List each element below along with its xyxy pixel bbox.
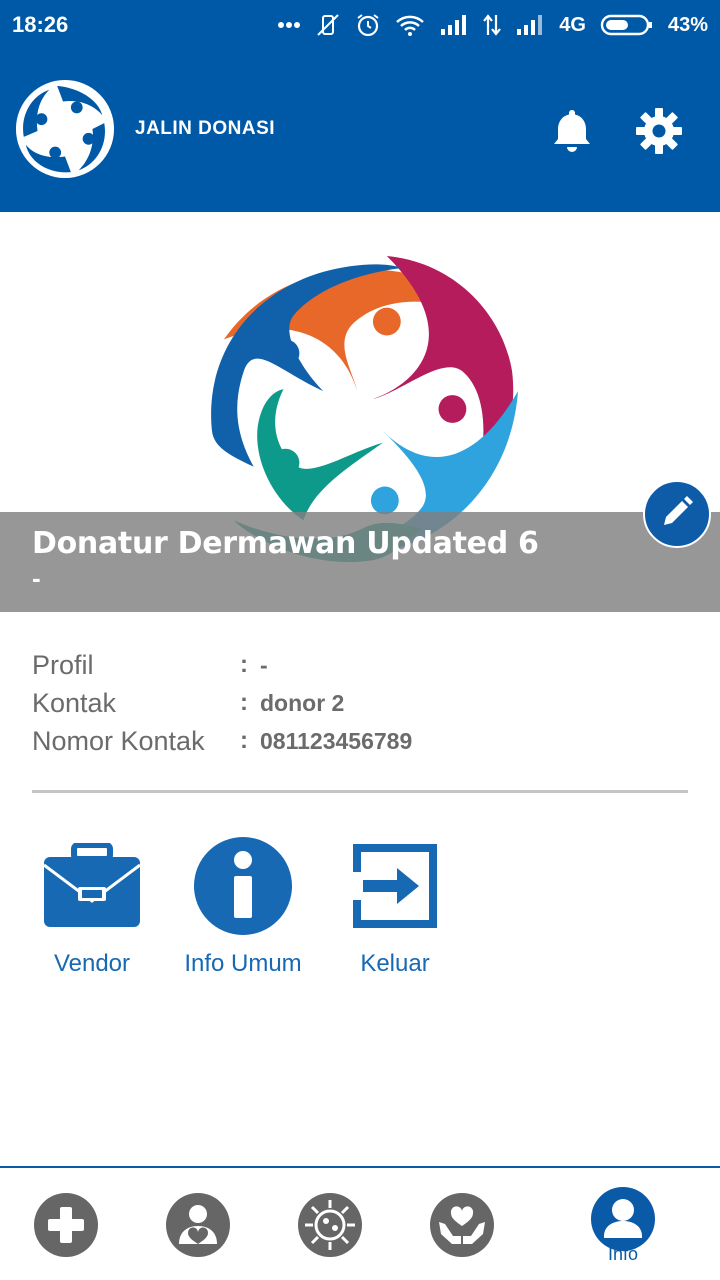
alarm-icon xyxy=(355,12,381,38)
menu-label: Info Umum xyxy=(184,950,302,977)
more-dots-icon xyxy=(277,21,301,29)
edit-profile-button[interactable] xyxy=(643,480,711,548)
profile-name: Donatur Dermawan Updated 6 xyxy=(32,526,539,561)
status-time: 18:26 xyxy=(12,12,69,37)
profile-row-kontak: Kontak : donor 2 xyxy=(32,684,692,722)
field-colon: : xyxy=(240,727,248,754)
field-colon: : xyxy=(240,651,248,678)
field-value: donor 2 xyxy=(260,689,345,716)
briefcase-icon xyxy=(42,836,142,936)
network-type: 4G xyxy=(559,13,586,36)
field-colon: : xyxy=(240,689,248,716)
info-icon xyxy=(193,836,293,936)
profile-info: Profil : - Kontak : donor 2 Nomor Kontak… xyxy=(32,646,692,760)
hands-heart-icon[interactable] xyxy=(429,1192,495,1258)
menu-keluar[interactable]: Keluar xyxy=(320,836,470,978)
plus-icon[interactable] xyxy=(33,1192,99,1258)
vibrate-off-icon xyxy=(315,12,341,38)
status-icons: 4G 43% xyxy=(277,12,708,38)
bottom-nav: Info xyxy=(0,1166,720,1280)
profile-name-band: Donatur Dermawan Updated 6 - xyxy=(0,512,720,612)
menu-info-umum[interactable]: Info Umum xyxy=(168,836,318,978)
app-title: JALIN DONASI xyxy=(135,118,276,139)
menu-label: Keluar xyxy=(360,950,430,977)
field-label: Nomor Kontak xyxy=(32,725,205,756)
field-value: - xyxy=(260,651,268,678)
signal-icon-2 xyxy=(515,14,545,36)
profile-row-profil: Profil : - xyxy=(32,646,692,684)
battery-percent: 43% xyxy=(667,13,708,36)
menu-vendor[interactable]: Vendor xyxy=(17,836,167,978)
battery-icon xyxy=(600,13,654,37)
profile-subtitle: - xyxy=(32,563,41,593)
jalin-donasi-logo xyxy=(14,78,116,180)
app-bar: JALIN DONASI xyxy=(0,50,720,212)
virus-icon[interactable] xyxy=(297,1192,363,1258)
field-label: Kontak xyxy=(32,687,117,718)
logout-icon xyxy=(345,836,445,936)
user-icon[interactable] xyxy=(590,1186,656,1252)
nav-label-info: Info xyxy=(607,1244,639,1264)
field-value: 081123456789 xyxy=(260,727,413,754)
data-transfer-icon xyxy=(483,13,502,37)
profile-row-nomor-kontak: Nomor Kontak : 081123456789 xyxy=(32,722,692,760)
wifi-icon xyxy=(395,13,425,37)
pencil-icon xyxy=(660,495,694,534)
signal-icon xyxy=(439,14,469,36)
field-label: Profil xyxy=(32,649,94,680)
menu-label: Vendor xyxy=(53,950,131,977)
divider xyxy=(32,790,688,793)
gear-icon[interactable] xyxy=(634,106,684,156)
bell-icon[interactable] xyxy=(548,106,596,154)
person-heart-icon[interactable] xyxy=(165,1192,231,1258)
status-bar: 18:26 4G 43% xyxy=(0,0,720,50)
